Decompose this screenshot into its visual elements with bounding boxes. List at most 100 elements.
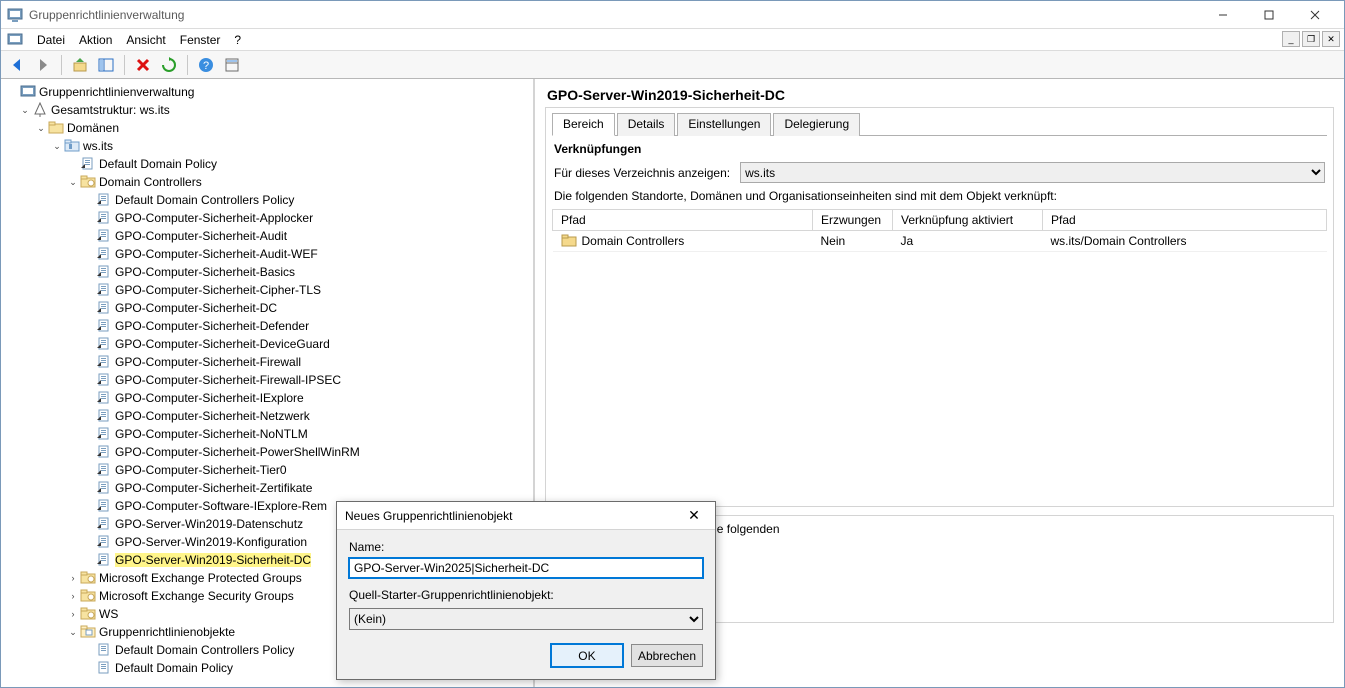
forest-icon xyxy=(32,102,48,118)
link-icon xyxy=(96,318,112,334)
gpo-name-input[interactable] xyxy=(349,558,703,578)
cancel-button[interactable]: Abbrechen xyxy=(631,644,703,667)
menu-action[interactable]: Aktion xyxy=(79,33,112,47)
tree-forest[interactable]: ⌄ Gesamtstruktur: ws.its xyxy=(5,101,533,119)
menu-window[interactable]: Fenster xyxy=(180,33,221,47)
tree-twisty[interactable]: › xyxy=(67,609,79,619)
tree-gpo-link[interactable]: GPO-Computer-Sicherheit-PowerShellWinRM xyxy=(5,443,533,461)
tree-label: GPO-Server-Win2019-Konfiguration xyxy=(115,535,307,549)
link-location: Domain Controllers xyxy=(582,234,685,248)
tree-twisty[interactable]: ⌄ xyxy=(19,105,31,116)
app-window: Gruppenrichtlinienverwaltung Datei Aktio… xyxy=(0,0,1345,688)
tree-label: GPO-Computer-Sicherheit-Applocker xyxy=(115,211,313,225)
tree-domains[interactable]: ⌄Domänen xyxy=(5,119,533,137)
link-icon xyxy=(80,156,96,172)
link-icon xyxy=(96,336,112,352)
display-location-select[interactable]: ws.its xyxy=(740,162,1325,183)
tree-label: GPO-Computer-Sicherheit-Firewall xyxy=(115,355,301,369)
tree-gpo-link[interactable]: GPO-Computer-Sicherheit-DeviceGuard xyxy=(5,335,533,353)
links-note: Die folgenden Standorte, Domänen und Org… xyxy=(552,187,1327,209)
tree-gpo-link[interactable]: GPO-Computer-Sicherheit-Audit-WEF xyxy=(5,245,533,263)
tree-domain-controllers[interactable]: ⌄Domain Controllers xyxy=(5,173,533,191)
menu-file[interactable]: Datei xyxy=(37,33,65,47)
help-icon[interactable]: ? xyxy=(196,55,216,75)
link-icon xyxy=(96,516,112,532)
link-icon xyxy=(96,228,112,244)
col-enforced[interactable]: Erzwungen xyxy=(813,210,893,231)
tree-gpo-link[interactable]: GPO-Computer-Sicherheit-Audit xyxy=(5,227,533,245)
tree-gpo-link[interactable]: GPO-Computer-Sicherheit-DC xyxy=(5,299,533,317)
tab-settings[interactable]: Einstellungen xyxy=(677,113,771,136)
tab-delegation[interactable]: Delegierung xyxy=(773,113,860,136)
tree-label: Gesamtstruktur: ws.its xyxy=(51,103,170,117)
starter-gpo-select[interactable]: (Kein) xyxy=(349,608,703,630)
tree-twisty[interactable]: ⌄ xyxy=(67,177,79,188)
table-row[interactable]: Domain Controllers Nein Ja ws.its/Domain… xyxy=(553,231,1327,252)
domain-icon xyxy=(64,138,80,154)
minimize-button[interactable] xyxy=(1200,2,1246,28)
tree-root[interactable]: Gruppenrichtlinienverwaltung xyxy=(5,83,533,101)
tree-twisty[interactable]: › xyxy=(67,573,79,583)
link-icon xyxy=(96,246,112,262)
up-one-level[interactable] xyxy=(70,55,90,75)
col-path2[interactable]: Pfad xyxy=(1043,210,1327,231)
tab-details[interactable]: Details xyxy=(617,113,676,136)
menu-view[interactable]: Ansicht xyxy=(126,33,165,47)
tree-label: Gruppenrichtlinienobjekte xyxy=(99,625,235,639)
tree-gpo-link[interactable]: GPO-Computer-Sicherheit-Basics xyxy=(5,263,533,281)
refresh-icon[interactable] xyxy=(159,55,179,75)
tree-domain[interactable]: ⌄ws.its xyxy=(5,137,533,155)
link-enabled: Ja xyxy=(893,231,1043,252)
mdi-restore[interactable]: ❐ xyxy=(1302,31,1320,47)
properties-icon[interactable] xyxy=(222,55,242,75)
tree-gpo-link[interactable]: GPO-Computer-Sicherheit-NoNTLM xyxy=(5,425,533,443)
tree-label: GPO-Computer-Sicherheit-NoNTLM xyxy=(115,427,308,441)
dialog-close-button[interactable]: ✕ xyxy=(681,505,707,527)
delete-icon[interactable] xyxy=(133,55,153,75)
nav-back[interactable] xyxy=(7,55,27,75)
mdi-controls: _ ❐ ✕ xyxy=(1282,31,1340,47)
link-icon xyxy=(96,462,112,478)
ok-button[interactable]: OK xyxy=(551,644,623,667)
tree-label: GPO-Computer-Sicherheit-Defender xyxy=(115,319,309,333)
gpo-icon xyxy=(96,660,112,676)
mdi-close[interactable]: ✕ xyxy=(1322,31,1340,47)
link-icon xyxy=(96,480,112,496)
tree-gpo-link[interactable]: GPO-Computer-Sicherheit-Applocker xyxy=(5,209,533,227)
tree-label: GPO-Computer-Sicherheit-IExplore xyxy=(115,391,304,405)
show-hide-tree[interactable] xyxy=(96,55,116,75)
tree-twisty[interactable]: ⌄ xyxy=(51,141,63,152)
tree-label: GPO-Computer-Software-IExplore-Rem xyxy=(115,499,327,513)
maximize-button[interactable] xyxy=(1246,2,1292,28)
folder-icon xyxy=(48,120,64,136)
tree-label: GPO-Computer-Sicherheit-Firewall-IPSEC xyxy=(115,373,341,387)
col-enabled[interactable]: Verknüpfung aktiviert xyxy=(893,210,1043,231)
tree-default-domain-policy[interactable]: Default Domain Policy xyxy=(5,155,533,173)
tree-gpo-link[interactable]: GPO-Computer-Sicherheit-Tier0 xyxy=(5,461,533,479)
col-path[interactable]: Pfad xyxy=(553,210,813,231)
tree-twisty[interactable]: › xyxy=(67,591,79,601)
tree-twisty[interactable]: ⌄ xyxy=(67,627,79,638)
mdi-minimize[interactable]: _ xyxy=(1282,31,1300,47)
close-button[interactable] xyxy=(1292,2,1338,28)
nav-forward[interactable] xyxy=(33,55,53,75)
tree-label: GPO-Computer-Sicherheit-Basics xyxy=(115,265,295,279)
menubar: Datei Aktion Ansicht Fenster ? _ ❐ ✕ xyxy=(1,29,1344,51)
titlebar: Gruppenrichtlinienverwaltung xyxy=(1,1,1344,29)
tree-gpo-link[interactable]: GPO-Computer-Sicherheit-Firewall xyxy=(5,353,533,371)
tree-label: GPO-Server-Win2019-Sicherheit-DC xyxy=(115,553,311,567)
tree-gpo-link[interactable]: GPO-Computer-Sicherheit-Zertifikate xyxy=(5,479,533,497)
link-icon xyxy=(96,426,112,442)
tree-gpo-link[interactable]: GPO-Computer-Sicherheit-IExplore xyxy=(5,389,533,407)
tree-gpo-link[interactable]: GPO-Computer-Sicherheit-Firewall-IPSEC xyxy=(5,371,533,389)
tree-twisty[interactable]: ⌄ xyxy=(35,123,47,134)
gpmc-icon xyxy=(7,32,23,48)
tree-gpo-link[interactable]: Default Domain Controllers Policy xyxy=(5,191,533,209)
tree-label: WS xyxy=(99,607,118,621)
tree-gpo-link[interactable]: GPO-Computer-Sicherheit-Cipher-TLS xyxy=(5,281,533,299)
menu-help[interactable]: ? xyxy=(234,33,241,47)
starter-label: Quell-Starter-Gruppenrichtlinienobjekt: xyxy=(349,588,703,602)
tree-gpo-link[interactable]: GPO-Computer-Sicherheit-Netzwerk xyxy=(5,407,533,425)
tree-gpo-link[interactable]: GPO-Computer-Sicherheit-Defender xyxy=(5,317,533,335)
tab-scope[interactable]: Bereich xyxy=(552,113,615,136)
